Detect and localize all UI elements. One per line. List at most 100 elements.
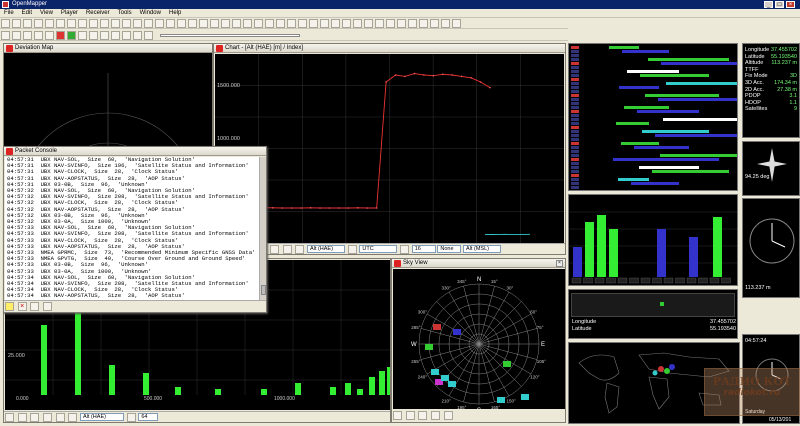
zoom-in-icon[interactable] [5,413,14,422]
satellite-row[interactable] [569,178,737,181]
color-icon[interactable] [443,411,453,420]
satellite-row[interactable] [569,186,737,189]
satellite-row[interactable] [569,126,737,129]
record-icon[interactable] [405,411,415,420]
satellite-row[interactable] [569,134,737,137]
minimize-button[interactable]: _ [764,1,773,8]
chart-line-icon[interactable] [400,245,410,254]
toolbar-button-icon[interactable] [441,19,450,28]
satellite-row[interactable] [569,114,737,117]
satellite-row[interactable] [569,102,737,105]
toolbar-button-icon[interactable] [23,31,32,40]
playback-slider[interactable] [160,34,300,37]
toolbar-button-icon[interactable] [34,19,43,28]
zoom-out-icon[interactable] [17,413,27,422]
toolbar-button-icon[interactable] [188,19,197,28]
satellite-row[interactable] [569,54,737,57]
scrollbar-thumb[interactable] [261,285,266,295]
satellite-row[interactable] [569,70,737,73]
menu-item[interactable]: Edit [18,9,36,18]
sky-view-canvas[interactable]: N S E W 345° 15° 30° 330° 300° 285° 255° 240° 210° 19… [393,269,565,409]
satellite-row[interactable] [569,146,737,149]
maximize-button[interactable]: □ [775,1,784,8]
menu-item[interactable]: Tools [114,9,136,18]
satellite-row[interactable] [569,170,737,173]
satellite-row[interactable] [569,138,737,141]
satellite-row[interactable] [569,58,737,61]
filter-icon[interactable] [431,411,441,420]
toolbar-button-icon[interactable] [111,31,120,40]
satellite-row[interactable] [569,130,737,133]
satellite-row[interactable] [569,82,737,85]
pan-icon[interactable] [282,245,292,254]
toolbar-button-icon[interactable] [265,19,274,28]
satellite-row[interactable] [569,106,737,109]
satellite-row[interactable] [569,94,737,97]
toolbar-button-icon[interactable] [122,31,131,40]
toolbar-button-icon[interactable] [287,19,296,28]
satellite-status-table[interactable] [568,43,738,191]
satellite-row[interactable] [569,118,737,121]
toolbar-button-icon[interactable] [122,19,131,28]
satellite-row[interactable] [569,158,737,161]
satellite-row[interactable] [569,162,737,165]
pan-icon[interactable] [30,413,40,422]
close-icon[interactable]: × [556,260,563,267]
satellite-row[interactable] [569,46,737,49]
toolbar-button-icon[interactable] [45,31,54,40]
toolbar-button-icon[interactable] [254,19,263,28]
toolbar-button-icon[interactable] [34,31,43,40]
toolbar-button-icon[interactable] [67,19,76,28]
console-scrollbar[interactable] [259,157,266,300]
toolbar-button-icon[interactable] [56,19,65,28]
mini-map-panel[interactable]: Longitude 37.455702 Latitude 55.193540 [568,289,738,339]
toolbar-button-icon[interactable] [364,19,373,28]
toolbar-button-icon[interactable] [232,19,241,28]
toolbar-button-icon[interactable] [144,19,153,28]
histogram-color-icon[interactable] [126,413,136,422]
toolbar-button-icon[interactable] [320,19,329,28]
chart-color-icon[interactable] [347,245,357,254]
grid-icon[interactable] [68,413,78,422]
toolbar-button-icon[interactable] [177,19,186,28]
zoom-in-icon[interactable] [270,245,279,254]
satellite-row[interactable] [569,90,737,93]
satellite-row[interactable] [569,122,737,125]
toolbar-button-icon[interactable] [144,31,153,40]
toolbar-button-icon[interactable] [430,19,439,28]
menu-item[interactable]: Receiver [82,9,114,18]
toolbar-button-icon[interactable] [1,31,10,40]
satellite-row[interactable] [569,62,737,65]
toolbar-button-icon[interactable] [298,19,307,28]
fit-icon[interactable] [43,413,53,422]
toolbar-button-icon[interactable] [419,19,428,28]
toolbar-button-icon[interactable] [45,19,54,28]
toolbar-button-icon[interactable] [353,19,362,28]
toolbar-button-icon[interactable] [331,19,340,28]
close-button[interactable]: × [786,1,795,8]
satellite-row[interactable] [569,166,737,169]
menu-item[interactable]: Help [165,9,185,18]
packet-console-log[interactable]: 04:57:31 UBX NAV-SOL, Size 60, 'Navigati… [5,157,259,300]
toolbar-button-icon[interactable] [89,19,98,28]
satellite-row[interactable] [569,142,737,145]
toolbar-button-icon[interactable] [111,19,120,28]
toolbar-button-icon[interactable] [133,31,142,40]
toolbar-button-icon[interactable] [276,19,285,28]
chart-width-select[interactable]: 16 [411,245,436,253]
menu-item[interactable]: Window [136,9,165,18]
satellite-row[interactable] [569,50,737,53]
toolbar-button-icon[interactable] [309,19,318,28]
chart-time-select[interactable]: UTC [359,245,398,253]
satellite-row[interactable] [569,150,737,153]
toolbar-button-icon[interactable] [100,19,109,28]
toolbar-button-icon[interactable] [199,19,208,28]
toolbar-button-icon[interactable] [12,19,21,28]
toolbar-button-icon[interactable] [397,19,406,28]
satellite-row[interactable] [569,182,737,185]
toolbar-button-icon[interactable] [100,31,109,40]
satellite-row[interactable] [569,174,737,177]
satellite-row[interactable] [569,154,737,157]
toolbar-button-icon[interactable] [166,19,175,28]
zoom-icon[interactable] [418,411,428,420]
